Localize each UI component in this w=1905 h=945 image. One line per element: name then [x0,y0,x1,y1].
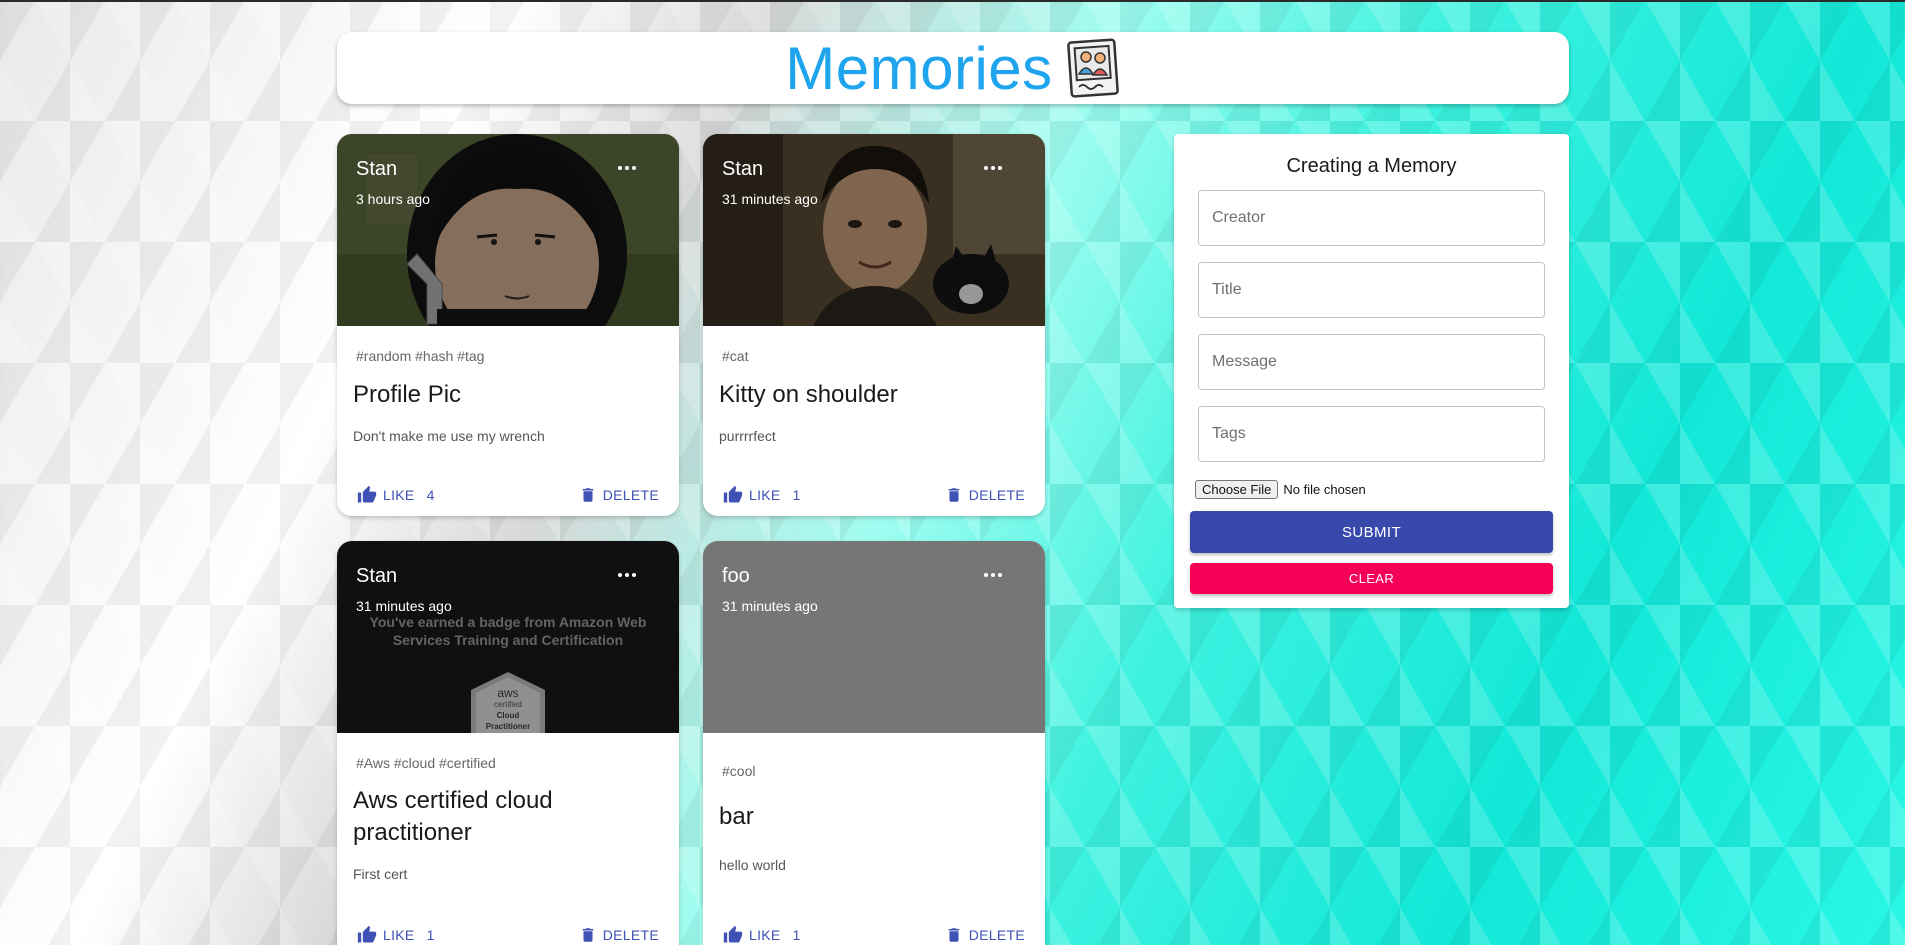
memory-image: Stan 3 hours ago [337,134,679,326]
tags-input[interactable] [1198,406,1545,462]
thumb-up-icon [723,485,743,503]
post-time: 31 minutes ago [356,598,452,614]
more-dot-icon [998,573,1002,577]
more-dot-icon [991,166,995,170]
post-creator: Stan [356,158,398,180]
like-count: 1 [426,927,435,943]
delete-button[interactable]: DELETE [945,485,1025,505]
memories-photo-icon [1066,38,1119,98]
trash-icon [948,488,959,502]
like-button[interactable]: LIKE 1 [723,485,801,505]
more-dot-icon [632,166,636,170]
like-count: 1 [792,487,801,503]
post-time: 31 minutes ago [722,598,818,614]
like-button[interactable]: LIKE 4 [357,485,435,505]
memory-card: You've earned a badge from Amazon Web Se… [337,541,679,945]
memory-card: Stan 3 hours ago #random #hash #tag Prof… [337,134,679,516]
memory-card: Stan 31 minutes ago #cat Kitty on should… [703,134,1045,516]
card-actions: LIKE 1 DELETE [337,925,679,945]
delete-label: DELETE [968,487,1025,503]
card-header: foo 31 minutes ago [722,565,818,614]
card-header: Stan 31 minutes ago [722,158,818,207]
more-dot-icon [991,573,995,577]
post-creator: Stan [356,565,398,587]
post-message: Don't make me use my wrench [353,428,545,444]
memory-image: Stan 31 minutes ago [703,134,1045,326]
like-label: LIKE [749,927,781,943]
like-button[interactable]: LIKE 1 [723,925,801,945]
submit-button[interactable]: SUBMIT [1190,511,1553,553]
post-time: 31 minutes ago [722,191,818,207]
more-dot-icon [625,573,629,577]
delete-button[interactable]: DELETE [579,485,659,505]
delete-label: DELETE [602,487,659,503]
message-input[interactable] [1198,334,1545,390]
post-creator: foo [722,565,750,587]
post-message: purrrrfect [719,428,776,444]
form-title: Creating a Memory [1286,155,1457,177]
thumb-up-icon [357,485,377,503]
post-tags: #Aws #cloud #certified [356,755,496,771]
more-dot-icon [618,166,622,170]
card-actions: LIKE 4 DELETE [337,485,679,505]
more-options-button[interactable] [981,156,1005,180]
thumb-up-icon [357,925,377,943]
post-title: Kitty on shoulder [719,381,898,408]
clear-button[interactable]: CLEAR [1190,563,1553,594]
like-label: LIKE [749,487,781,503]
post-time: 3 hours ago [356,191,430,207]
file-status: No file chosen [1283,482,1366,497]
trash-icon [582,928,593,942]
like-label: LIKE [383,487,415,503]
more-dot-icon [984,573,988,577]
delete-label: DELETE [602,927,659,943]
post-message: hello world [719,857,786,873]
app-bar: Memories [337,32,1569,104]
post-message: First cert [353,866,408,882]
more-dot-icon [618,573,622,577]
trash-icon [948,928,959,942]
like-count: 4 [426,487,435,503]
card-header: Stan 31 minutes ago [356,565,452,614]
like-label: LIKE [383,927,415,943]
thumb-up-icon [723,925,743,943]
file-input: Choose File No file chosen [1195,480,1366,499]
post-tags: #cool [722,763,756,779]
delete-label: DELETE [968,927,1025,943]
app-title: Memories [785,34,1053,102]
more-options-button[interactable] [981,563,1005,587]
creator-input[interactable] [1198,190,1545,246]
create-memory-form: Creating a Memory Choose File No file ch… [1174,134,1569,608]
choose-file-button[interactable]: Choose File [1195,480,1279,499]
like-button[interactable]: LIKE 1 [357,925,435,945]
delete-button[interactable]: DELETE [945,925,1025,945]
more-options-button[interactable] [615,563,639,587]
post-tags: #cat [722,348,749,364]
more-options-button[interactable] [615,156,639,180]
trash-icon [582,488,593,502]
memory-image: foo 31 minutes ago [703,541,1045,733]
more-dot-icon [984,166,988,170]
card-header: Stan 3 hours ago [356,158,430,207]
memory-image: You've earned a badge from Amazon Web Se… [337,541,679,733]
more-dot-icon [632,573,636,577]
memory-card: foo 31 minutes ago #cool bar hello world… [703,541,1045,945]
card-actions: LIKE 1 DELETE [703,925,1045,945]
like-count: 1 [792,927,801,943]
post-tags: #random #hash #tag [356,348,485,364]
window-top-border [0,0,1905,2]
card-actions: LIKE 1 DELETE [703,485,1045,505]
post-title: Aws certified cloud practitioner [353,787,553,846]
delete-button[interactable]: DELETE [579,925,659,945]
post-creator: Stan [722,158,764,180]
title-input[interactable] [1198,262,1545,318]
more-dot-icon [998,166,1002,170]
post-title: bar [719,803,754,830]
more-dot-icon [625,166,629,170]
post-title: Profile Pic [353,381,462,408]
